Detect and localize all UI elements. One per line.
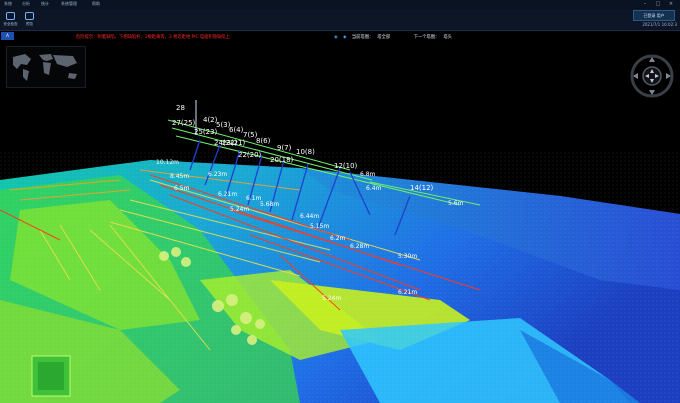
preview-button[interactable]: 预览 (21, 11, 38, 28)
span-distance-label: 6.4m (366, 185, 382, 192)
menu-item-file[interactable]: 系统 (4, 1, 12, 7)
span-distance-label: 5.68m (260, 201, 279, 208)
span-distance-label: 5.30m (398, 253, 417, 260)
pan-down-icon[interactable] (649, 90, 655, 95)
span-distance-label: 6.44m (300, 213, 319, 220)
menu-item-help[interactable]: 帮助 (92, 1, 100, 7)
tower-label[interactable]: 20(18) (270, 156, 294, 164)
danger-warning: 危险提示：附着缺陷，下相缺陷杆，1根距离等，3 相近距地 PIC 电面积隐缺陷上 (76, 35, 230, 40)
span-distance-label: 5.6m (448, 200, 464, 207)
maximize-icon[interactable]: □ (653, 1, 663, 8)
span-distance-label: 6.21m (398, 289, 417, 296)
point-cloud-view[interactable]: 2827(25) 4(2)25(23)5(3)6(4)24(22)7(5)23(2… (0, 0, 680, 403)
safety-check-icon (6, 12, 15, 20)
tower-label[interactable]: 6(4) (229, 126, 244, 134)
datetime-display: 2021/7/1 16:02:3 (642, 22, 677, 27)
info-strip: A 危险提示：附着缺陷，下相缺陷杆，1根距离等，3 相近距地 PIC 电面积隐缺… (0, 31, 680, 43)
minimize-icon[interactable]: – (640, 1, 650, 8)
pan-left-icon[interactable] (633, 73, 638, 79)
span-distance-label: 5.24m (322, 295, 341, 302)
current-tower-label: 当前塔图： (351, 35, 374, 40)
tower-label[interactable]: 23(21) (222, 139, 246, 147)
safety-check-button[interactable]: 安全检查 (2, 11, 19, 28)
tower-label[interactable]: 9(7) (277, 144, 292, 152)
span-distance-label: 6.28m (350, 243, 369, 250)
next-tower-value: 塔头 (443, 35, 452, 40)
tower-label[interactable]: 27(25) (172, 119, 196, 127)
app-window: 28 27(25) 4(2) 25(23) 5(3) 6(4) 24(22) 7(5) 23(2… (0, 0, 680, 403)
tower-label[interactable]: 10(8) (296, 148, 315, 156)
terrain-point-cloud (0, 150, 680, 403)
close-icon[interactable]: × (666, 1, 676, 8)
world-map-icon (13, 54, 77, 81)
navigation-compass[interactable] (630, 54, 674, 98)
span-distance-label: 8.45m (170, 173, 189, 180)
span-distance-label: 6.21m (218, 191, 237, 198)
span-distance-label: 6.23m (208, 171, 227, 178)
tower-label[interactable]: 8(6) (256, 137, 271, 145)
preview-label: 预览 (26, 22, 33, 26)
menu-item-analysis[interactable]: 分析 (22, 1, 30, 7)
tower-label[interactable]: 28 (176, 104, 185, 112)
span-distance-label: 6.8m (360, 171, 376, 178)
tower-label[interactable]: 22(20) (238, 151, 262, 159)
tower-label[interactable]: 12(10) (334, 162, 358, 170)
pan-up-icon[interactable] (649, 57, 655, 62)
wifi-icon: ◉ (334, 35, 338, 40)
next-tower-label: 下一个塔图： (413, 35, 440, 40)
login-button[interactable]: 已登录 用户 (633, 10, 675, 21)
current-tower-value: 塔全部 (377, 35, 391, 40)
span-distance-label: 5.24m (230, 206, 249, 213)
location-icon: ◆ (343, 35, 347, 40)
preview-icon (25, 12, 34, 20)
toolbar: 安全检查 预览 已登录 用户 2021/7/1 16:02:3 (0, 9, 680, 31)
mode-tag[interactable]: A (1, 32, 14, 40)
tower-label[interactable]: 25(23) (194, 128, 218, 136)
menu-item-stats[interactable]: 统计 (41, 1, 49, 7)
span-distance-label: 6.5m (174, 185, 190, 192)
tower-info: ◉ ◆ 当前塔图： 塔全部 下一个塔图： 塔头 (334, 34, 456, 40)
pan-right-icon[interactable] (666, 73, 671, 79)
span-distance-label: 10.12m (156, 159, 179, 166)
menu-item-system[interactable]: 系统管理 (61, 1, 77, 7)
span-distance-label: 6.2m (330, 235, 346, 242)
tower-label[interactable]: 14(12) (410, 184, 434, 192)
safety-check-label: 安全检查 (3, 22, 18, 26)
span-distance-label: 5.15m (310, 223, 329, 230)
world-minimap[interactable] (6, 46, 86, 88)
